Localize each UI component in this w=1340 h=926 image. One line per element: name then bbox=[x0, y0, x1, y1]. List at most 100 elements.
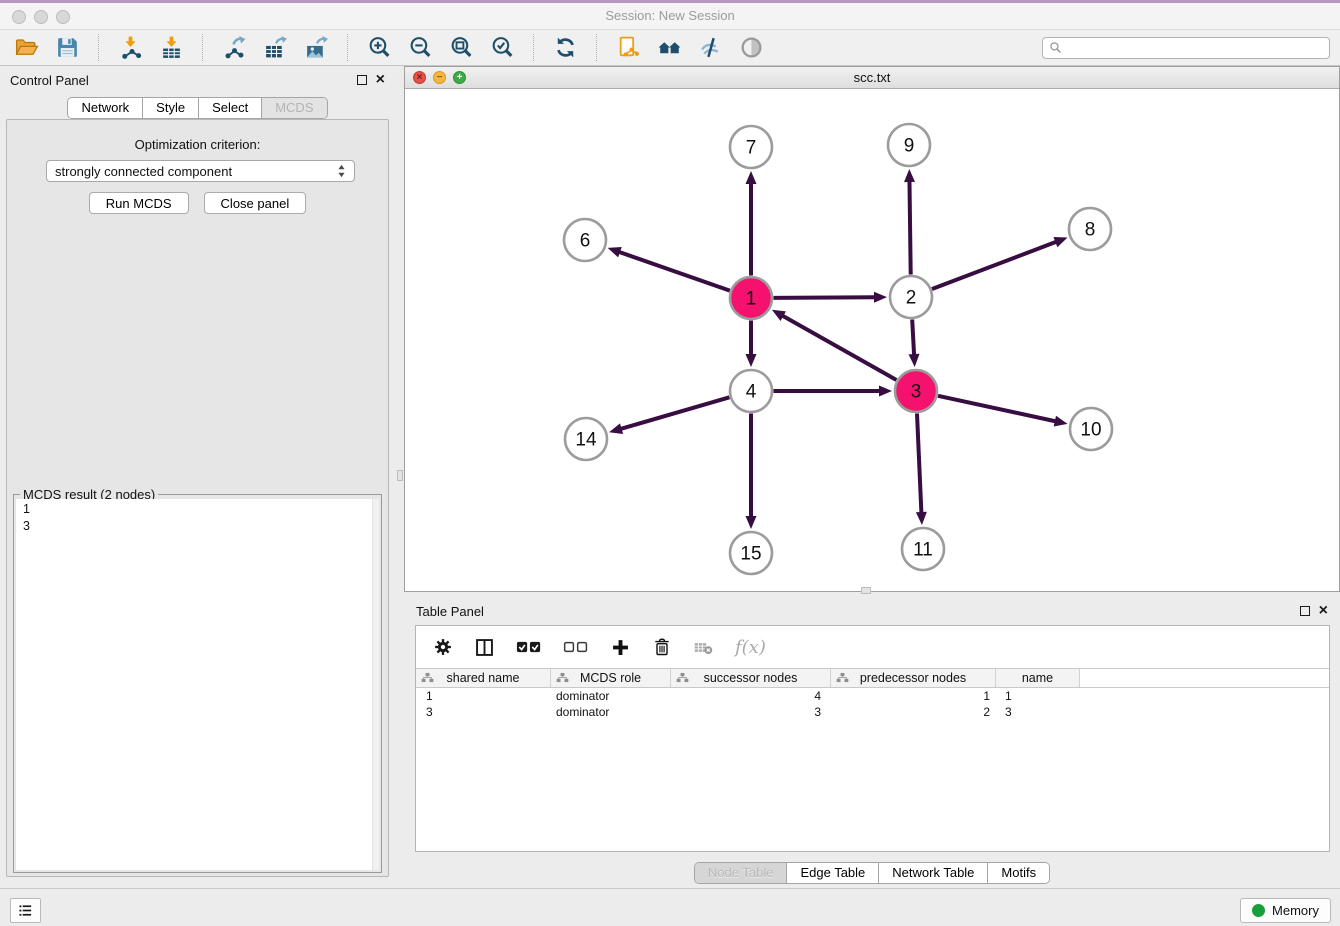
float-panel-icon[interactable] bbox=[357, 75, 367, 85]
graph-edge-2-9[interactable] bbox=[909, 181, 910, 275]
maximize-window-icon[interactable] bbox=[56, 10, 70, 24]
close-panel-button[interactable]: Close panel bbox=[204, 192, 307, 214]
window-controls[interactable] bbox=[12, 10, 70, 24]
edge-arrowhead bbox=[1054, 416, 1068, 427]
maximize-network-icon[interactable]: + bbox=[453, 71, 466, 84]
minimize-network-icon[interactable]: − bbox=[433, 71, 446, 84]
float-table-panel-icon[interactable] bbox=[1300, 606, 1310, 616]
control-panel: Control Panel × Network Style Select MCD… bbox=[0, 66, 395, 888]
column-header-MCDS-role[interactable]: MCDS role bbox=[551, 669, 671, 687]
criterion-select[interactable]: strongly connected component bbox=[46, 160, 355, 182]
column-header-successor-nodes[interactable]: successor nodes bbox=[671, 669, 831, 687]
minimize-window-icon[interactable] bbox=[34, 10, 48, 24]
graph-edge-2-3[interactable] bbox=[912, 319, 914, 355]
graph-edge-3-10[interactable] bbox=[938, 396, 1056, 422]
column-header-name[interactable]: name bbox=[996, 669, 1080, 687]
network-canvas[interactable]: 7968124314101511 bbox=[405, 89, 1339, 591]
vertical-splitter-handle[interactable] bbox=[397, 470, 403, 481]
optimization-criterion-label: Optimization criterion: bbox=[7, 137, 388, 152]
search-input[interactable] bbox=[1067, 41, 1323, 55]
column-header-label: successor nodes bbox=[704, 671, 798, 685]
hide-selected-icon[interactable] bbox=[694, 34, 726, 62]
show-panels-list-button[interactable] bbox=[10, 898, 41, 923]
tab-style[interactable]: Style bbox=[143, 98, 199, 118]
memory-status-icon bbox=[1252, 904, 1265, 917]
search-box[interactable] bbox=[1042, 37, 1330, 59]
edge-arrowhead bbox=[608, 247, 622, 257]
mcds-result-list[interactable]: 1 3 bbox=[16, 499, 379, 870]
table-cell[interactable]: 1 bbox=[996, 688, 1080, 704]
control-panel-title: Control Panel bbox=[10, 73, 89, 88]
graph-edge-2-8[interactable] bbox=[932, 242, 1056, 289]
zoom-out-icon[interactable] bbox=[404, 34, 436, 62]
mcds-panel: Optimization criterion: strongly connect… bbox=[6, 119, 389, 877]
tab-edge-table[interactable]: Edge Table bbox=[787, 863, 879, 883]
table-cell[interactable]: 1 bbox=[831, 688, 996, 704]
column-header-shared-name[interactable]: shared name bbox=[416, 669, 551, 687]
add-row-icon[interactable] bbox=[610, 637, 631, 658]
apply-layout-homes-icon[interactable] bbox=[653, 34, 685, 62]
graph-edge-3-1[interactable] bbox=[782, 316, 896, 380]
graph-edge-1-2[interactable] bbox=[773, 297, 875, 298]
tab-network[interactable]: Network bbox=[68, 98, 143, 118]
settings-gear-icon[interactable] bbox=[433, 637, 453, 657]
export-image-icon[interactable] bbox=[300, 34, 332, 62]
column-header-label: name bbox=[1022, 671, 1053, 685]
horizontal-splitter-handle[interactable] bbox=[861, 587, 871, 594]
scrollbar[interactable] bbox=[372, 499, 379, 870]
import-network-icon[interactable] bbox=[114, 34, 146, 62]
graph-node-label: 1 bbox=[746, 289, 757, 310]
tab-node-table[interactable]: Node Table bbox=[695, 863, 788, 883]
deselect-all-checkboxes-icon[interactable] bbox=[563, 639, 589, 655]
zoom-in-icon[interactable] bbox=[363, 34, 395, 62]
table-row[interactable]: 1dominator411 bbox=[416, 688, 1329, 704]
table-cell[interactable]: 3 bbox=[416, 704, 551, 720]
table-body: 1dominator4113dominator323 bbox=[416, 688, 1329, 720]
tab-motifs[interactable]: Motifs bbox=[988, 863, 1049, 883]
close-network-icon[interactable]: × bbox=[413, 71, 426, 84]
close-window-icon[interactable] bbox=[12, 10, 26, 24]
edge-arrowhead bbox=[1053, 237, 1067, 247]
table-cell[interactable]: 3 bbox=[671, 704, 831, 720]
edge-arrowhead bbox=[609, 423, 623, 434]
select-all-checkboxes-icon[interactable] bbox=[516, 639, 542, 655]
import-table-icon[interactable] bbox=[155, 34, 187, 62]
edge-arrowhead bbox=[746, 516, 757, 529]
tab-network-table[interactable]: Network Table bbox=[879, 863, 988, 883]
zoom-fit-icon[interactable] bbox=[445, 34, 477, 62]
delete-icon[interactable] bbox=[652, 637, 672, 657]
tab-mcds[interactable]: MCDS bbox=[262, 98, 326, 118]
network-window-titlebar[interactable]: × − + scc.txt bbox=[405, 67, 1339, 89]
new-network-from-selection-icon[interactable] bbox=[612, 34, 644, 62]
table-cell[interactable]: 3 bbox=[996, 704, 1080, 720]
refresh-icon[interactable] bbox=[549, 34, 581, 62]
window-title: Session: New Session bbox=[0, 3, 1340, 29]
column-header-predecessor-nodes[interactable]: predecessor nodes bbox=[831, 669, 996, 687]
graph-edge-4-14[interactable] bbox=[621, 397, 730, 429]
save-icon[interactable] bbox=[51, 34, 83, 62]
export-network-icon[interactable] bbox=[218, 34, 250, 62]
table-cell[interactable]: 2 bbox=[831, 704, 996, 720]
memory-button[interactable]: Memory bbox=[1240, 898, 1331, 923]
close-panel-icon[interactable]: × bbox=[376, 75, 385, 85]
table-row[interactable]: 3dominator323 bbox=[416, 704, 1329, 720]
table-cell[interactable]: dominator bbox=[551, 688, 671, 704]
tab-select[interactable]: Select bbox=[199, 98, 262, 118]
table-tabs: Node Table Edge Table Network Table Moti… bbox=[694, 862, 1050, 884]
open-icon[interactable] bbox=[10, 34, 42, 62]
show-hidden-eye-icon[interactable] bbox=[735, 34, 767, 62]
table-cell[interactable]: 4 bbox=[671, 688, 831, 704]
table-cell[interactable]: dominator bbox=[551, 704, 671, 720]
zoom-selected-icon[interactable] bbox=[486, 34, 518, 62]
export-table-icon[interactable] bbox=[259, 34, 291, 62]
graph-edge-3-11[interactable] bbox=[917, 413, 921, 513]
network-graph[interactable]: 7968124314101511 bbox=[405, 89, 1339, 591]
graph-edge-1-6[interactable] bbox=[619, 252, 730, 291]
graph-node-label: 9 bbox=[904, 136, 915, 157]
close-table-panel-icon[interactable]: × bbox=[1319, 606, 1328, 616]
run-mcds-button[interactable]: Run MCDS bbox=[89, 192, 189, 214]
graph-node-label: 15 bbox=[740, 544, 761, 565]
table-cell[interactable]: 1 bbox=[416, 688, 551, 704]
column-header-label: predecessor nodes bbox=[860, 671, 966, 685]
show-column-panel-icon[interactable] bbox=[474, 637, 495, 658]
